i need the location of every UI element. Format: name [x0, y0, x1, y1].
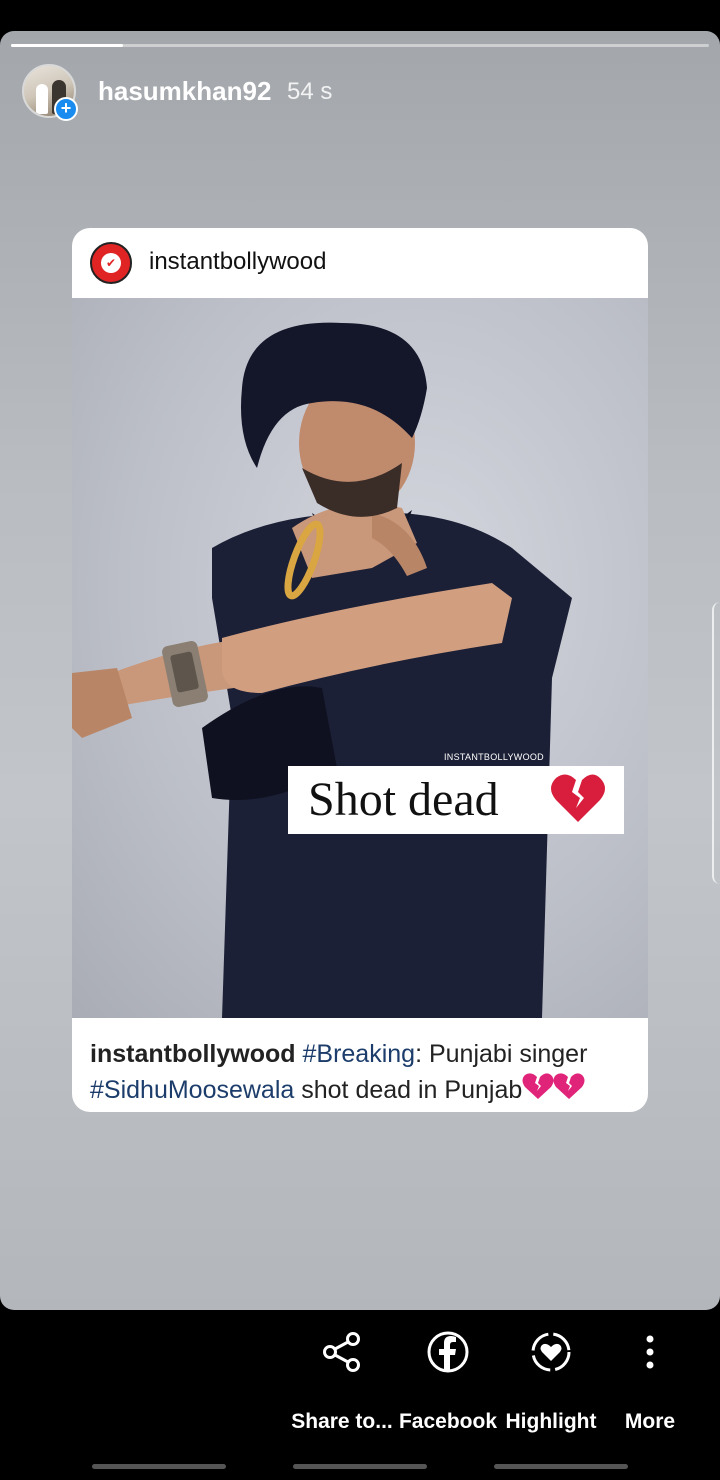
- nav-handle-center: [293, 1464, 427, 1469]
- story-viewer[interactable]: + hasumkhan92 54 s ✔ instantbollywood IN…: [0, 31, 720, 1310]
- story-progress-bar: [11, 44, 709, 47]
- highlight-label: Highlight: [505, 1410, 597, 1433]
- singer-photo: [72, 322, 572, 1018]
- story-action-bar: Share to... Facebook Highlight More: [0, 1310, 720, 1480]
- share-label: Share to...: [291, 1410, 393, 1433]
- story-username[interactable]: hasumkhan92: [98, 76, 271, 107]
- more-icon: [628, 1330, 672, 1374]
- more-label: More: [624, 1410, 676, 1433]
- edge-handle[interactable]: [712, 602, 720, 884]
- share-icon: [320, 1330, 364, 1374]
- nav-handle-left: [92, 1464, 226, 1469]
- image-watermark: INSTANTBOLLYWOOD: [444, 752, 544, 762]
- add-story-plus-icon[interactable]: +: [54, 97, 78, 121]
- share-button[interactable]: Share to...: [287, 1330, 397, 1440]
- nav-handle-right: [494, 1464, 628, 1469]
- post-caption: instantbollywood #Breaking: Punjabi sing…: [90, 1036, 630, 1110]
- caption-text-2: shot dead in Punjab: [294, 1076, 523, 1104]
- shared-post-card[interactable]: ✔ instantbollywood INSTANTBOLLYWOOD Shot…: [72, 228, 648, 1112]
- facebook-label: Facebook: [398, 1410, 498, 1433]
- facebook-button[interactable]: Facebook: [393, 1330, 503, 1440]
- facebook-icon: [426, 1330, 470, 1374]
- post-header[interactable]: ✔ instantbollywood: [72, 228, 648, 298]
- overlay-text: Shot dead: [308, 773, 499, 826]
- caption-text-1: : Punjabi singer: [415, 1040, 588, 1068]
- caption-hashtag-sidhu[interactable]: #SidhuMoosewala: [90, 1076, 294, 1104]
- story-timestamp: 54 s: [287, 78, 333, 105]
- post-account-name[interactable]: instantbollywood: [149, 248, 326, 276]
- story-progress-fill: [11, 44, 123, 47]
- caption-account[interactable]: instantbollywood: [90, 1040, 296, 1068]
- highlight-icon: [529, 1330, 573, 1374]
- overlay-caption-box: Shot dead: [288, 766, 624, 834]
- more-button[interactable]: More: [595, 1330, 705, 1440]
- post-image[interactable]: INSTANTBOLLYWOOD Shot dead: [72, 298, 648, 1018]
- broken-heart-icon: [522, 1072, 586, 1110]
- account-logo-icon[interactable]: ✔: [90, 242, 132, 284]
- caption-hashtag-breaking[interactable]: #Breaking: [303, 1040, 416, 1068]
- highlight-button[interactable]: Highlight: [496, 1330, 606, 1440]
